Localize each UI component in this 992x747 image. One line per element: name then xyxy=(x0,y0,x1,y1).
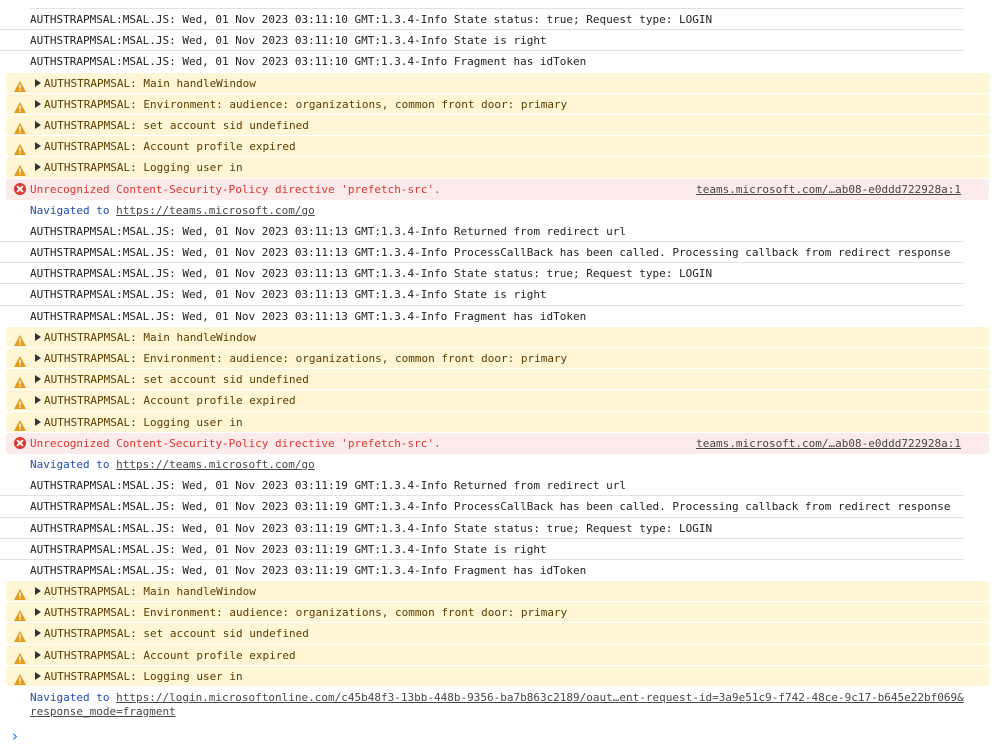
expand-triangle-icon[interactable] xyxy=(35,163,41,172)
navigated-message: Navigated to https://teams.microsoft.com… xyxy=(0,454,992,475)
log-message: AUTHSTRAPMSAL:MSAL.JS: Wed, 01 Nov 2023 … xyxy=(0,9,964,31)
log-message: AUTHSTRAPMSAL:MSAL.JS: Wed, 01 Nov 2023 … xyxy=(0,263,964,285)
navigated-message: Navigated to https://teams.microsoft.com… xyxy=(0,200,992,221)
warning-text: AUTHSTRAPMSAL: Account profile expired xyxy=(44,140,296,154)
warning-triangle-icon xyxy=(14,650,26,664)
log-message: AUTHSTRAPMSAL:MSAL.JS: Wed, 01 Nov 2023 … xyxy=(0,221,964,243)
log-message: AUTHSTRAPMSAL:MSAL.JS: Wed, 01 Nov 2023 … xyxy=(0,242,964,264)
warning-text: AUTHSTRAPMSAL: Account profile expired xyxy=(44,648,296,662)
log-message: AUTHSTRAPMSAL:MSAL.JS: Wed, 01 Nov 2023 … xyxy=(30,563,587,577)
warning-message: AUTHSTRAPMSAL: set account sid undefined xyxy=(6,114,989,137)
warning-message: AUTHSTRAPMSAL: Main handleWindow xyxy=(6,581,989,603)
warning-text: AUTHSTRAPMSAL: Logging user in xyxy=(44,415,243,429)
navigated-url-link[interactable]: https://login.microsoftonline.com/c45b48… xyxy=(30,691,964,718)
expand-triangle-icon[interactable] xyxy=(35,587,41,596)
warning-message: AUTHSTRAPMSAL: set account sid undefined xyxy=(6,369,989,391)
expand-triangle-icon[interactable] xyxy=(35,78,41,87)
error-text: Unrecognized Content-Security-Policy dir… xyxy=(30,436,441,450)
log-message: AUTHSTRAPMSAL:MSAL.JS: Wed, 01 Nov 2023 … xyxy=(0,539,964,560)
source-link[interactable]: teams.microsoft.com/…ab08-e0ddd722928a:1 xyxy=(696,433,961,454)
warning-triangle-icon xyxy=(14,78,26,92)
console-messages: AUTHSTRAPMSAL:MSAL.JS: Wed, 01 Nov 2023 … xyxy=(0,9,992,719)
warning-message: AUTHSTRAPMSAL: Main handleWindow xyxy=(6,72,989,94)
warning-message: AUTHSTRAPMSAL: Account profile expired xyxy=(6,644,989,666)
warning-triangle-icon xyxy=(14,374,26,389)
navigated-url-link[interactable]: https://teams.microsoft.com/go xyxy=(116,204,315,217)
warning-triangle-icon xyxy=(14,628,26,643)
error-circle-icon xyxy=(14,436,26,449)
warning-text: AUTHSTRAPMSAL: set account sid undefined xyxy=(44,118,309,132)
navigated-label: Navigated to xyxy=(30,457,117,471)
navigated-label: Navigated to xyxy=(30,691,117,704)
warning-triangle-icon xyxy=(14,671,26,685)
expand-triangle-icon[interactable] xyxy=(35,629,41,638)
warning-triangle-icon xyxy=(14,417,26,431)
warning-text: AUTHSTRAPMSAL: Account profile expired xyxy=(44,394,296,408)
warning-message: AUTHSTRAPMSAL: Main handleWindow xyxy=(6,326,989,348)
warning-text: AUTHSTRAPMSAL: Environment: audience: or… xyxy=(44,606,568,620)
warning-triangle-icon xyxy=(14,395,26,410)
warning-text: AUTHSTRAPMSAL: Logging user in xyxy=(44,669,243,683)
error-message: Unrecognized Content-Security-Policy dir… xyxy=(6,178,989,200)
warning-message: AUTHSTRAPMSAL: Environment: audience: or… xyxy=(6,93,989,115)
warning-text: AUTHSTRAPMSAL: Environment: audience: or… xyxy=(44,352,568,365)
expand-triangle-icon[interactable] xyxy=(35,375,41,384)
expand-triangle-icon[interactable] xyxy=(35,142,41,151)
expand-triangle-icon[interactable] xyxy=(35,608,41,617)
warning-triangle-icon xyxy=(14,99,26,113)
warning-message: AUTHSTRAPMSAL: set account sid undefined xyxy=(6,623,989,645)
expand-triangle-icon[interactable] xyxy=(35,671,41,680)
log-message: AUTHSTRAPMSAL:MSAL.JS: Wed, 01 Nov 2023 … xyxy=(0,475,964,497)
warning-text: AUTHSTRAPMSAL: Logging user in xyxy=(44,161,243,175)
error-message: Unrecognized Content-Security-Policy dir… xyxy=(6,432,989,454)
warning-message: AUTHSTRAPMSAL: Logging user in xyxy=(6,665,989,687)
expand-triangle-icon[interactable] xyxy=(35,417,41,426)
warning-message: AUTHSTRAPMSAL: Logging user in xyxy=(6,411,989,433)
warning-text: AUTHSTRAPMSAL: Environment: audience: or… xyxy=(44,97,568,111)
navigated-label: Navigated to xyxy=(30,203,117,217)
warning-message: AUTHSTRAPMSAL: Logging user in xyxy=(6,157,989,179)
warning-message: AUTHSTRAPMSAL: Environment: audience: or… xyxy=(6,602,989,624)
warning-message: AUTHSTRAPMSAL: Environment: audience: or… xyxy=(6,348,989,370)
warning-triangle-icon xyxy=(14,607,26,622)
warning-triangle-icon xyxy=(14,141,26,156)
navigated-message: Navigated to https://login.microsoftonli… xyxy=(0,687,964,719)
expand-triangle-icon[interactable] xyxy=(35,396,41,405)
expand-triangle-icon[interactable] xyxy=(35,354,41,362)
warning-triangle-icon xyxy=(14,120,26,134)
warning-text: AUTHSTRAPMSAL: set account sid undefined xyxy=(44,373,309,387)
console-prompt-chevron-icon[interactable]: › xyxy=(12,727,18,745)
warning-message: AUTHSTRAPMSAL: Account profile expired xyxy=(6,136,989,158)
warning-triangle-icon xyxy=(14,332,26,346)
warning-text: AUTHSTRAPMSAL: set account sid undefined xyxy=(44,627,309,641)
log-message: AUTHSTRAPMSAL:MSAL.JS: Wed, 01 Nov 2023 … xyxy=(30,55,587,69)
log-message: AUTHSTRAPMSAL:MSAL.JS: Wed, 01 Nov 2023 … xyxy=(0,496,964,518)
error-text: Unrecognized Content-Security-Policy dir… xyxy=(30,182,441,196)
log-message: AUTHSTRAPMSAL:MSAL.JS: Wed, 01 Nov 2023 … xyxy=(0,30,964,52)
log-message: AUTHSTRAPMSAL:MSAL.JS: Wed, 01 Nov 2023 … xyxy=(30,309,587,323)
console-panel: AUTHSTRAPMSAL:MSAL.JS: Wed, 01 Nov 2023 … xyxy=(0,0,992,747)
navigated-url-link[interactable]: https://teams.microsoft.com/go xyxy=(116,458,315,471)
log-message: AUTHSTRAPMSAL:MSAL.JS: Wed, 01 Nov 2023 … xyxy=(0,518,964,539)
error-circle-icon xyxy=(14,182,26,195)
expand-triangle-icon[interactable] xyxy=(35,650,41,659)
warning-text: AUTHSTRAPMSAL: Main handleWindow xyxy=(44,585,256,599)
source-link[interactable]: teams.microsoft.com/…ab08-e0ddd722928a:1 xyxy=(696,179,961,200)
log-message: AUTHSTRAPMSAL:MSAL.JS: Wed, 01 Nov 2023 … xyxy=(0,284,964,306)
warning-triangle-icon xyxy=(14,353,26,367)
warning-triangle-icon xyxy=(14,586,26,601)
warning-text: AUTHSTRAPMSAL: Main handleWindow xyxy=(44,330,256,344)
expand-triangle-icon[interactable] xyxy=(35,120,41,129)
expand-triangle-icon[interactable] xyxy=(35,332,41,341)
clipped-previous-row xyxy=(30,0,964,9)
warning-text: AUTHSTRAPMSAL: Main handleWindow xyxy=(44,76,256,90)
warning-triangle-icon xyxy=(14,162,26,177)
warning-message: AUTHSTRAPMSAL: Account profile expired xyxy=(6,390,989,412)
expand-triangle-icon[interactable] xyxy=(35,99,41,108)
